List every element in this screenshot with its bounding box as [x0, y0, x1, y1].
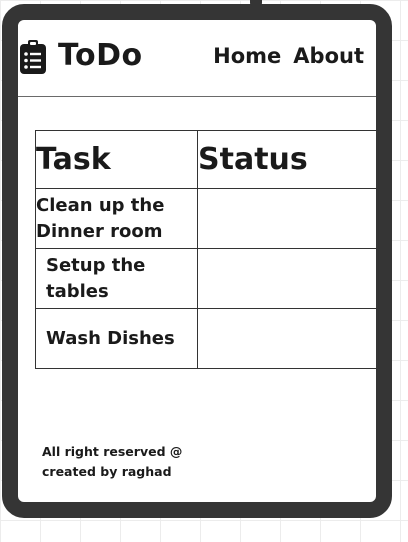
- status-cell[interactable]: [197, 188, 379, 249]
- table-row: Setup the tables: [35, 248, 379, 309]
- footer: All right reserved @ created by raghad: [42, 442, 182, 482]
- status-cell[interactable]: [197, 248, 379, 309]
- nav-bar: Home About: [213, 44, 364, 68]
- device-frame: ToDo Home About Task Status Clean up the…: [2, 4, 392, 518]
- device-notch: [250, 0, 262, 6]
- status-cell[interactable]: [197, 308, 379, 369]
- app-title: ToDo: [58, 38, 143, 73]
- task-cell: Setup the tables: [35, 248, 198, 309]
- footer-credit: created by raghad: [42, 464, 172, 479]
- table-row: Clean up the Dinner room: [35, 188, 379, 249]
- task-cell: Wash Dishes: [35, 308, 198, 369]
- table-row: Wash Dishes: [35, 308, 379, 369]
- clipboard-list-icon: [20, 40, 46, 74]
- app-header: ToDo Home About: [18, 20, 376, 97]
- column-header-task: Task: [35, 130, 198, 189]
- column-header-status: Status: [197, 130, 379, 189]
- task-cell: Clean up the Dinner room: [35, 188, 198, 249]
- task-table: Task Status Clean up the Dinner room Set…: [35, 130, 379, 369]
- nav-link-about[interactable]: About: [293, 44, 364, 68]
- footer-copyright: All right reserved @: [42, 444, 183, 459]
- nav-link-home[interactable]: Home: [213, 44, 281, 68]
- table-header-row: Task Status: [35, 130, 379, 189]
